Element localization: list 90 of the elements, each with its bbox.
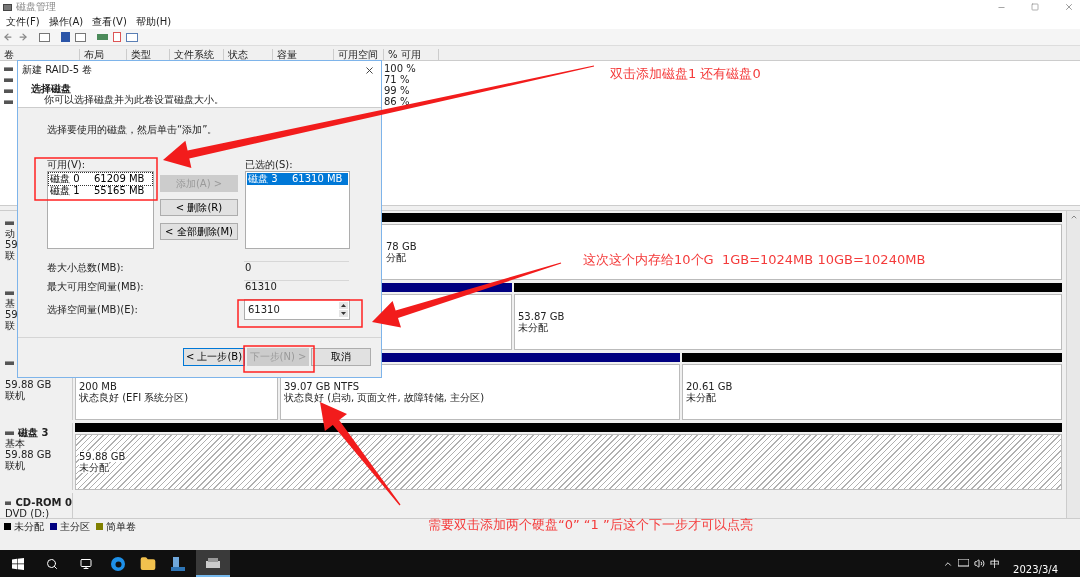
instruction-text: 选择要使用的磁盘，然后单击“添加”。 (47, 124, 218, 136)
spin-down-icon[interactable] (339, 310, 348, 317)
readonly-field: 61310 (244, 280, 349, 293)
scroll-up-icon[interactable] (1069, 213, 1078, 221)
partition-info: 20.61 GB (686, 381, 733, 392)
menu-item[interactable]: 文件(F) (6, 15, 40, 28)
partition-info: 状态良好 (EFI 系统分区) (79, 392, 189, 403)
move-button[interactable]: < 全部删除(M) (160, 223, 238, 240)
list-label: 可用(V): (47, 159, 85, 170)
properties-icon[interactable] (126, 32, 138, 42)
highlight-frame (243, 345, 315, 373)
disk-drive-icon (206, 557, 220, 568)
disk-info: 59.88 GB (5, 449, 52, 460)
annotation-text: 这次这个内存给10个G 1GB=1024MB 10GB=10240MB (583, 252, 926, 268)
partition-info: 状态良好 (启动, 页面文件, 故障转储, 主分区) (284, 392, 485, 403)
table-cell: 100 % (384, 63, 416, 74)
app-icon (3, 3, 12, 11)
menu-item[interactable]: 查看(V) (92, 15, 127, 28)
legend-label: 主分区 (60, 521, 90, 532)
back-icon[interactable] (3, 32, 13, 42)
wizard-button[interactable]: < 上一步(B) (183, 348, 245, 366)
partition-info: 53.87 GB (518, 311, 565, 322)
wizard-button[interactable]: 取消 (311, 348, 371, 366)
dialog-title: 新建 RAID-5 卷 (22, 64, 93, 76)
partition-info: 78 GB (386, 241, 417, 252)
menu-item[interactable]: 操作(A) (48, 15, 84, 28)
disk-name: CD-ROM 0 (15, 497, 72, 508)
menu-item[interactable]: 帮助(H) (135, 15, 172, 28)
window-title: 磁盘管理 (16, 1, 56, 13)
partition-info: 分配 (386, 252, 406, 263)
partition-info: 39.07 GB NTFS (284, 381, 360, 392)
spin-input[interactable]: 61310 (245, 300, 339, 319)
partition-info: 未分配 (686, 392, 716, 403)
table-cell: 71 % (384, 74, 410, 85)
column-header[interactable]: % 可用 (384, 49, 439, 60)
disk-list-item[interactable]: 磁盘 1 55165 MB (49, 185, 152, 197)
partition-box[interactable]: 20.61 GB 未分配 (682, 364, 1062, 420)
partition-info: 未分配 (79, 462, 109, 473)
disk-info: 联机 (5, 390, 25, 401)
disk-info: 59 (5, 239, 18, 250)
disk-info: 基 (5, 298, 15, 309)
disk-info: 联机 (5, 460, 25, 471)
disk-info: 联 (5, 250, 15, 261)
list-label: 已选的(S): (245, 159, 293, 170)
disk-list-item[interactable]: 磁盘 0 61209 MB (49, 173, 152, 185)
disk-name: 磁盘 3 (18, 427, 49, 438)
dialog-subheading: 你可以选择磁盘并为此卷设置磁盘大小。 (44, 94, 224, 106)
ime-indicator[interactable]: 中 (990, 557, 1000, 570)
taskbar-button[interactable] (196, 550, 230, 577)
disk-list-item[interactable]: 磁盘 3 61310 MB (247, 173, 348, 185)
windows-icon[interactable] (12, 557, 24, 570)
partition-info: 未分配 (518, 322, 548, 333)
folder-icon[interactable] (140, 555, 156, 572)
disk-info: DVD (D:) (5, 508, 50, 519)
annotation-text: 双击添加磁盘1 还有磁盘0 (610, 66, 761, 82)
legend-label: 简单卷 (106, 521, 136, 532)
disk-info: 59 (5, 309, 18, 320)
checklist-icon[interactable] (113, 32, 121, 42)
disk-info: 联 (5, 320, 15, 331)
disk-info: 基本 (5, 438, 25, 449)
scrollbar[interactable] (1066, 211, 1080, 518)
partition-box[interactable]: 59.88 GB 未分配 (75, 434, 1062, 490)
forward-icon[interactable] (18, 32, 28, 42)
field-label: 最大可用空间量(MB): (47, 280, 145, 293)
network-icon[interactable] (958, 559, 969, 568)
partition-box[interactable]: 53.87 GB 未分配 (514, 294, 1062, 350)
partition-info: 200 MB (79, 381, 117, 392)
tray-date: 2023/3/4 (1013, 564, 1058, 575)
move-button[interactable]: < 删除(R) (160, 199, 238, 216)
legend-label: 未分配 (14, 521, 44, 532)
dialog-heading: 选择磁盘 (30, 83, 71, 94)
readonly-field: 0 (244, 261, 349, 274)
close-icon[interactable] (364, 64, 375, 76)
search-icon[interactable] (46, 557, 58, 570)
panel-icon[interactable] (75, 32, 86, 42)
field-label: 选择空间量(MB)(E): (47, 303, 139, 316)
browser-icon[interactable] (110, 555, 126, 572)
table-cell: 86 % (384, 96, 410, 107)
disk-info: 59.88 GB (5, 379, 52, 390)
console-icon[interactable] (39, 32, 50, 42)
server-icon[interactable] (170, 555, 186, 572)
task-view-icon[interactable] (80, 557, 92, 570)
table-cell: 99 % (384, 85, 410, 96)
disk-info: 动 (5, 228, 15, 239)
volume-icon[interactable] (974, 558, 985, 569)
spin-up-icon[interactable] (339, 302, 348, 309)
annotation-text: 需要双击添加两个硬盘“0” “1 ”后这个下一步才可以点亮 (428, 517, 753, 533)
partition-info: 59.88 GB (79, 451, 126, 462)
partition-box[interactable]: 39.07 GB NTFS 状态良好 (启动, 页面文件, 故障转储, 主分区) (280, 364, 680, 420)
spin-field[interactable]: 61310 (244, 299, 350, 320)
